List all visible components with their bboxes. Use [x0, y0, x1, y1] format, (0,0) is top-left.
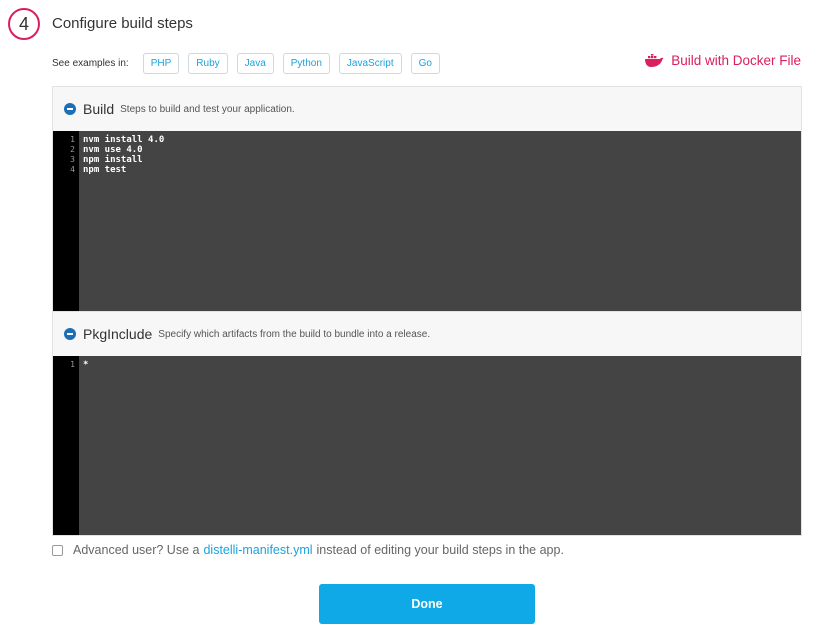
- examples-row: See examples in: PHP Ruby Java Python Ja…: [52, 52, 449, 74]
- build-with-docker-link[interactable]: Build with Docker File: [644, 53, 801, 68]
- build-with-docker-label: Build with Docker File: [671, 53, 801, 68]
- code-line: npm install: [83, 155, 143, 165]
- example-php-button[interactable]: PHP: [142, 52, 180, 74]
- advanced-user-checkbox[interactable]: [52, 544, 63, 556]
- advanced-user-suffix: instead of editing your build steps in t…: [316, 543, 564, 557]
- advanced-user-row: Advanced user? Use a distelli-manifest.y…: [52, 543, 564, 557]
- build-panel-header: Build Steps to build and test your appli…: [53, 87, 801, 131]
- done-button[interactable]: Done: [319, 584, 535, 624]
- example-java-button[interactable]: Java: [236, 52, 274, 74]
- docker-whale-icon: [645, 53, 664, 67]
- example-javascript-button[interactable]: JavaScript: [338, 52, 402, 74]
- step-title: Configure build steps: [52, 15, 193, 32]
- pkginclude-panel-title: PkgInclude: [83, 326, 153, 342]
- build-editor-gutter: 1 2 3 4: [53, 131, 79, 311]
- line-number: 3: [70, 155, 75, 164]
- distelli-manifest-link[interactable]: distelli-manifest.yml: [203, 543, 312, 557]
- code-line: *: [83, 360, 89, 370]
- pkginclude-code-editor[interactable]: 1 *: [53, 356, 801, 535]
- collapse-pkginclude-icon[interactable]: [64, 328, 76, 340]
- pkginclude-editor-gutter: 1: [53, 356, 79, 535]
- collapse-build-icon[interactable]: [64, 103, 76, 115]
- code-line: nvm use 4.0: [83, 145, 143, 155]
- example-python-button[interactable]: Python: [282, 52, 330, 74]
- pkginclude-code-area[interactable]: *: [79, 356, 801, 535]
- step-number: 4: [18, 13, 29, 34]
- example-ruby-button[interactable]: Ruby: [188, 52, 228, 74]
- line-number: 1: [70, 360, 75, 369]
- build-panel-title: Build: [83, 101, 115, 117]
- build-panel-description: Steps to build and test your application…: [120, 103, 295, 115]
- advanced-user-prefix: Advanced user? Use a: [73, 543, 200, 557]
- line-number: 2: [70, 145, 75, 154]
- pkginclude-panel-description: Specify which artifacts from the build t…: [158, 328, 431, 340]
- build-code-area[interactable]: nvm install 4.0 nvm use 4.0 npm install …: [79, 131, 801, 311]
- code-line: nvm install 4.0: [83, 135, 165, 145]
- step-number-badge: 4: [8, 8, 40, 40]
- pkginclude-panel: PkgInclude Specify which artifacts from …: [52, 311, 802, 536]
- pkginclude-panel-header: PkgInclude Specify which artifacts from …: [53, 312, 801, 356]
- line-number: 4: [70, 165, 75, 174]
- build-code-editor[interactable]: 1 2 3 4 nvm install 4.0 nvm use 4.0 npm …: [53, 131, 801, 311]
- example-go-button[interactable]: Go: [410, 52, 440, 74]
- line-number: 1: [70, 135, 75, 144]
- examples-label: See examples in:: [52, 57, 129, 69]
- code-line: npm test: [83, 165, 127, 175]
- build-panel: Build Steps to build and test your appli…: [52, 86, 802, 312]
